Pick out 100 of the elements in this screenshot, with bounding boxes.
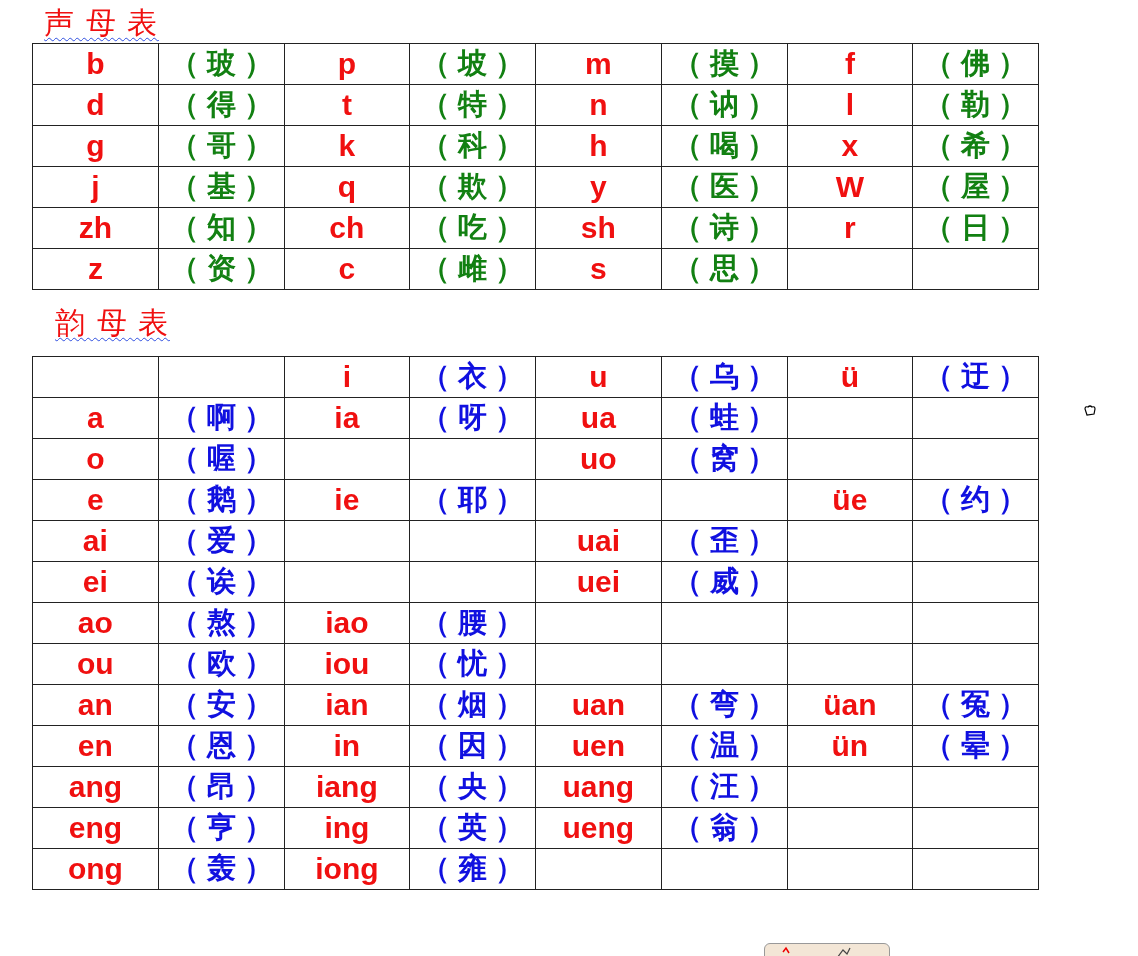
character-text: （ 温 ） (672, 729, 776, 761)
character-text: （ 啊 ） (169, 401, 273, 433)
character-text: （ 诶 ） (169, 565, 273, 597)
character-text: （ 晕 ） (924, 729, 1028, 761)
pinyin-text: g (86, 129, 105, 162)
pinyin-text: m (585, 47, 612, 80)
character-text: （ 基 ） (169, 170, 273, 202)
character-text: （ 熬 ） (169, 606, 273, 638)
pinyin-text: f (844, 47, 855, 80)
character-text: （ 摸 ） (672, 47, 776, 79)
pinyin-text: an (77, 688, 113, 721)
pinyin-text: j (91, 170, 100, 203)
pinyin-text: ü (840, 360, 860, 393)
character-text: （ 冤 ） (924, 688, 1028, 720)
table-title: 韵 母 表 (55, 306, 170, 340)
pinyin-text: n (589, 88, 608, 121)
character-text: （ 欺 ） (421, 170, 525, 202)
pinyin-text: W (835, 170, 865, 203)
character-text: （ 衣 ） (421, 360, 525, 392)
character-text: （ 呀 ） (421, 401, 525, 433)
pinyin-text: ou (77, 647, 114, 680)
pinyin-text: ong (67, 852, 123, 885)
character-text: （ 讷 ） (672, 88, 776, 120)
pinyin-text: iong (315, 852, 379, 885)
character-text: （ 恩 ） (169, 729, 273, 761)
character-text: （ 窝 ） (672, 442, 776, 474)
character-text: （ 亨 ） (169, 811, 273, 843)
pinyin-text: ai (82, 524, 108, 557)
pinyin-text: r (844, 211, 856, 244)
character-text: （ 轰 ） (169, 852, 273, 884)
character-text: （ 诗 ） (672, 211, 776, 243)
pinyin-text: k (338, 129, 356, 162)
pinyin-text: uo (580, 442, 617, 475)
pinyin-text: ao (77, 606, 113, 639)
character-text: （ 弯 ） (672, 688, 776, 720)
character-text: （ 哥 ） (169, 129, 273, 161)
character-text: （ 威 ） (672, 565, 776, 597)
pinyin-text: x (841, 129, 859, 162)
pinyin-text: u (589, 360, 608, 393)
character-text: （ 资 ） (169, 252, 273, 284)
character-text: （ 烟 ） (421, 688, 525, 720)
character-text: （ 得 ） (169, 88, 273, 120)
character-text: （ 雍 ） (421, 852, 525, 884)
pinyin-text: y (590, 170, 607, 203)
pinyin-text: ang (68, 770, 123, 803)
pinyin-text: in (333, 729, 361, 762)
character-text: （ 玻 ） (169, 47, 273, 79)
character-text: （ 吃 ） (421, 211, 525, 243)
character-text: （ 佛 ） (924, 47, 1028, 79)
pinyin-text: q (337, 170, 357, 203)
character-text: （ 汪 ） (672, 770, 776, 802)
character-text: （ 央 ） (421, 770, 525, 802)
character-text: （ 科 ） (421, 129, 525, 161)
character-text: （ 勒 ） (924, 88, 1028, 120)
pinyin-text: iou (324, 647, 370, 680)
pinyin-text: s (590, 252, 607, 285)
pinyin-text: uan (571, 688, 626, 721)
pinyin-text: e (87, 483, 104, 516)
character-text: （ 雌 ） (421, 252, 525, 284)
character-text: （ 迂 ） (924, 360, 1028, 392)
pinyin-text: l (845, 88, 855, 121)
pinyin-text: üe (832, 483, 868, 516)
character-text: （ 特 ） (421, 88, 525, 120)
pinyin-text: üan (823, 688, 877, 721)
pinyin-text: i (342, 360, 352, 393)
character-text: （ 昂 ） (169, 770, 273, 802)
pinyin-text: ch (329, 211, 365, 244)
pinyin-text: c (338, 252, 356, 285)
pinyin-text: h (589, 129, 608, 162)
character-text: （ 蛙 ） (672, 401, 776, 433)
character-text: （ 因 ） (421, 729, 525, 761)
character-text: （ 安 ） (169, 688, 273, 720)
pinyin-text: zh (78, 211, 113, 244)
pinyin-text: ing (324, 811, 370, 844)
pinyin-text: uang (562, 770, 635, 803)
character-text: （ 知 ） (169, 211, 273, 243)
pinyin-text: z (87, 252, 103, 285)
character-text: （ 喝 ） (672, 129, 776, 161)
character-text: （ 忧 ） (421, 647, 525, 679)
pinyin-text: ia (334, 401, 360, 434)
pinyin-text: uai (576, 524, 621, 557)
pinyin-text: eng (68, 811, 123, 844)
table-title: 声 母 表 (44, 6, 159, 40)
pinyin-text: ua (580, 401, 616, 434)
pinyin-text: ie (334, 483, 360, 516)
pinyin-text: a (87, 401, 104, 434)
pinyin-text: b (86, 47, 105, 80)
character-text: （ 歪 ） (672, 524, 776, 556)
character-text: （ 爱 ） (169, 524, 273, 556)
pinyin-text: en (77, 729, 113, 762)
character-text: （ 坡 ） (421, 47, 525, 79)
pinyin-text: ian (325, 688, 369, 721)
character-text: （ 翁 ） (672, 811, 776, 843)
pinyin-text: ueng (562, 811, 635, 844)
pinyin-text: d (86, 88, 105, 121)
character-text: （ 喔 ） (169, 442, 273, 474)
character-text: （ 屋 ） (924, 170, 1028, 202)
character-text: （ 希 ） (924, 129, 1028, 161)
pinyin-text: sh (580, 211, 616, 244)
pinyin-text: ün (831, 729, 869, 762)
